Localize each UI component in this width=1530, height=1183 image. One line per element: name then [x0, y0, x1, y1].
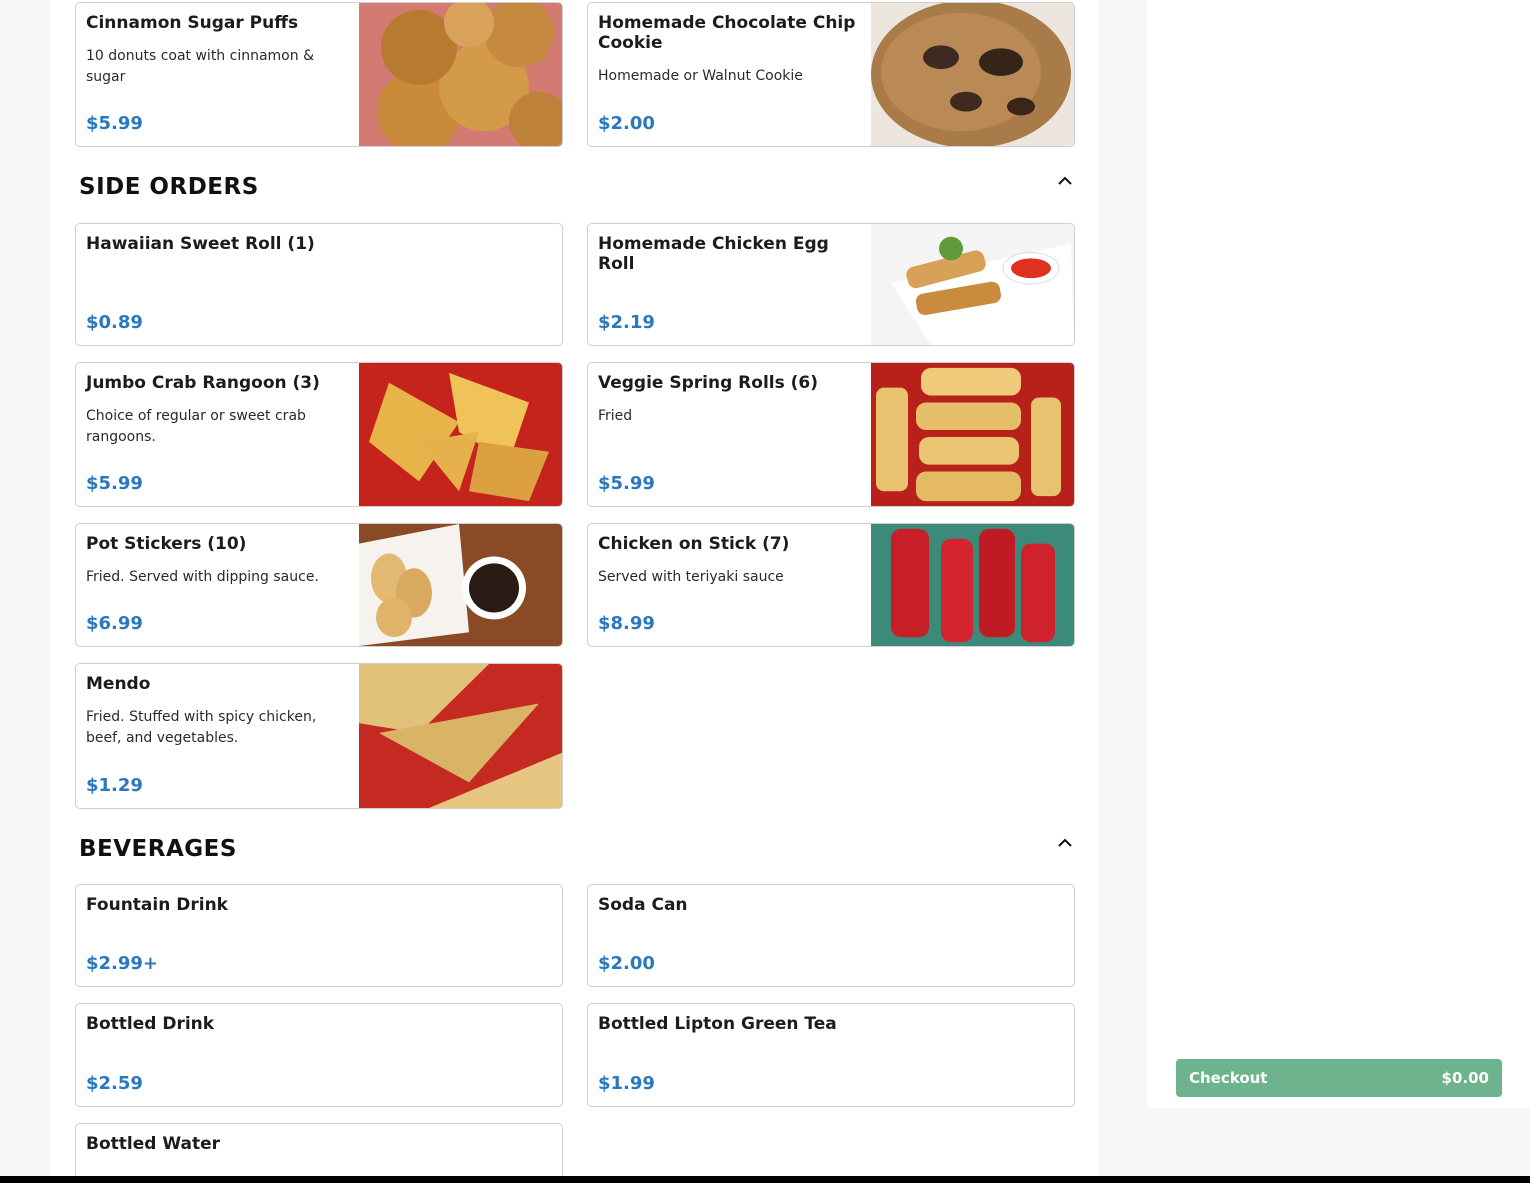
item-price: $1.99 [598, 1073, 655, 1094]
checkout-button[interactable]: Checkout $0.00 [1176, 1059, 1502, 1097]
menu-item-card[interactable]: Mendo Fried. Stuffed with spicy chicken,… [75, 663, 563, 809]
item-name: Homemade Chicken Egg Roll [598, 234, 829, 274]
item-description: Fried [598, 408, 633, 424]
item-name: Jumbo Crab Rangoon (3) [86, 373, 320, 393]
item-photo-spring-rolls [871, 363, 1074, 506]
cart-panel [1147, 0, 1530, 1108]
item-name: Chicken on Stick (7) [598, 534, 790, 554]
chevron-up-icon[interactable] [1056, 834, 1074, 852]
checkout-label: Checkout [1189, 1069, 1268, 1087]
item-name: Bottled Drink [86, 1014, 215, 1034]
item-price: $0.89 [86, 312, 143, 333]
item-photo-pot-stickers [359, 524, 562, 646]
item-name: Cinnamon Sugar Puffs [86, 13, 299, 33]
item-name: Mendo [86, 674, 151, 694]
chevron-up-icon[interactable] [1056, 172, 1074, 190]
bottom-edge-bar [0, 1176, 1530, 1183]
item-description: Fried. Stuffed with spicy chicken, beef,… [86, 709, 317, 746]
menu-item-card[interactable]: Hawaiian Sweet Roll (1) $0.89 [75, 223, 563, 346]
item-description: Fried. Served with dipping sauce. [86, 569, 319, 585]
menu-item-card[interactable]: Cinnamon Sugar Puffs 10 donuts coat with… [75, 2, 563, 147]
menu-item-card[interactable]: Fountain Drink $2.99+ [75, 884, 563, 987]
item-price: $5.99 [598, 473, 655, 494]
menu-item-card[interactable]: Bottled Lipton Green Tea $1.99 [587, 1003, 1075, 1107]
item-description: Homemade or Walnut Cookie [598, 68, 803, 84]
menu-item-card[interactable]: Homemade Chocolate Chip Cookie Homemade … [587, 2, 1075, 147]
item-photo-crab-rangoon [359, 363, 562, 506]
section-title-side-orders: SIDE ORDERS [79, 174, 259, 200]
item-price: $1.29 [86, 775, 143, 796]
item-name: Fountain Drink [86, 895, 228, 915]
item-photo-cinnamon-puffs [359, 3, 562, 146]
section-title-beverages: BEVERAGES [79, 836, 237, 862]
menu-item-card[interactable]: Bottled Water [75, 1123, 563, 1183]
item-name: Soda Can [598, 895, 688, 915]
menu-item-card[interactable]: Soda Can $2.00 [587, 884, 1075, 987]
menu-item-card[interactable]: Homemade Chicken Egg Roll $2.19 [587, 223, 1075, 346]
item-price: $6.99 [86, 613, 143, 634]
menu-item-card[interactable]: Bottled Drink $2.59 [75, 1003, 563, 1107]
menu-item-card[interactable]: Pot Stickers (10) Fried. Served with dip… [75, 523, 563, 647]
item-description: 10 donuts coat with cinnamon & sugar [86, 48, 314, 85]
item-name: Veggie Spring Rolls (6) [598, 373, 819, 393]
item-description: Served with teriyaki sauce [598, 569, 784, 585]
item-name: Bottled Lipton Green Tea [598, 1014, 837, 1034]
item-price: $2.59 [86, 1073, 143, 1094]
item-name: Homemade Chocolate Chip Cookie [598, 13, 856, 53]
menu-item-card[interactable]: Chicken on Stick (7) Served with teriyak… [587, 523, 1075, 647]
item-photo-mendo [359, 664, 562, 808]
menu-item-card[interactable]: Jumbo Crab Rangoon (3) Choice of regular… [75, 362, 563, 507]
item-name: Pot Stickers (10) [86, 534, 247, 554]
menu-item-card[interactable]: Veggie Spring Rolls (6) Fried $5.99 [587, 362, 1075, 507]
item-price: $2.00 [598, 113, 655, 134]
item-price: $2.19 [598, 312, 655, 333]
cart-total: $0.00 [1441, 1069, 1489, 1087]
item-name: Bottled Water [86, 1134, 220, 1154]
item-name: Hawaiian Sweet Roll (1) [86, 234, 315, 254]
item-price: $2.99+ [86, 953, 159, 974]
item-price: $8.99 [598, 613, 655, 634]
item-photo-chicken-on-stick [871, 524, 1074, 646]
item-price: $5.99 [86, 113, 143, 134]
item-price: $5.99 [86, 473, 143, 494]
item-price: $2.00 [598, 953, 655, 974]
item-description: Choice of regular or sweet crab rangoons… [86, 408, 306, 445]
item-photo-chocolate-cookie [871, 3, 1074, 146]
item-photo-egg-roll [871, 224, 1074, 345]
